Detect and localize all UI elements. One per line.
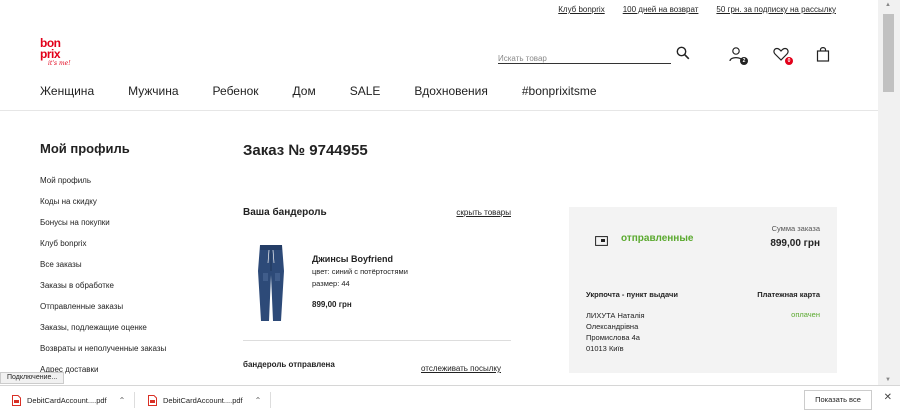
wishlist-heart-icon[interactable]: 0 <box>773 46 793 65</box>
order-title: Заказ № 9744955 <box>243 142 368 159</box>
download-item[interactable]: DebitCardAccount....pdf ⌃ <box>148 390 261 410</box>
sidebar-item-bonuses[interactable]: Бонусы на покупки <box>40 218 230 239</box>
account-badge: 2 <box>740 57 748 65</box>
product-price: 899,00 грн <box>312 300 352 309</box>
payment-method: Платежная карта <box>757 290 820 299</box>
nav-divider <box>0 110 878 111</box>
parcel-divider <box>243 340 511 341</box>
show-all-downloads-button[interactable]: Показать все <box>804 390 872 410</box>
order-main: Заказ № 9744955 <box>243 142 843 159</box>
address-line: Олександрівна <box>586 322 639 331</box>
download-item[interactable]: DebitCardAccount....pdf ⌃ <box>12 390 125 410</box>
search-icon[interactable] <box>676 46 690 60</box>
sidebar-item-processing-orders[interactable]: Заказы в обработке <box>40 281 230 302</box>
account-icon[interactable]: 2 <box>728 46 748 65</box>
address-line: Промислова 4а <box>586 333 640 342</box>
scrollbar-thumb[interactable] <box>883 14 894 92</box>
pdf-file-icon <box>12 394 21 406</box>
order-status: отправленные <box>621 233 694 244</box>
top-bar: Клуб bonprix 100 дней на возврат 50 грн.… <box>0 0 878 22</box>
nav-men[interactable]: Мужчина <box>128 84 178 98</box>
parcel-title: Ваша бандероль <box>243 207 327 218</box>
address-line: 01013 Київ <box>586 344 624 353</box>
logo-line-2: prix <box>40 47 61 61</box>
nav-sale[interactable]: SALE <box>350 84 381 98</box>
order-sum-label: Сумма заказа <box>771 224 820 233</box>
sidebar-item-my-profile[interactable]: Мой профиль <box>40 176 230 197</box>
sidebar-item-discount-codes[interactable]: Коды на скидку <box>40 197 230 218</box>
main-nav: Женщина Мужчина Ребенок Дом SALE Вдохнов… <box>40 84 631 98</box>
browser-status-text: Подключение... <box>0 372 65 384</box>
wishlist-badge: 0 <box>785 57 793 65</box>
bonprix-logo[interactable]: bon prix it's me! <box>40 37 74 72</box>
search-field <box>498 48 671 64</box>
page-scrollbar[interactable]: ▲ ▼ <box>878 0 900 385</box>
close-icon[interactable]: ✕ <box>884 392 892 403</box>
sidebar-item-orders-to-rate[interactable]: Заказы, подлежащие оценке <box>40 323 230 344</box>
parcel-sent-label: бандероль отправлена <box>243 360 335 369</box>
nav-women[interactable]: Женщина <box>40 84 94 98</box>
download-separator <box>134 392 135 408</box>
address-line: ЛИХУТА Наталія <box>586 311 645 320</box>
nav-home[interactable]: Дом <box>293 84 316 98</box>
return-policy-link[interactable]: 100 дней на возврат <box>623 5 699 14</box>
product-color: цвет: синий с потёртостями <box>312 267 408 276</box>
downloads-bar: DebitCardAccount....pdf ⌃ DebitCardAccou… <box>0 385 900 413</box>
nav-inspiration[interactable]: Вдохновения <box>414 84 487 98</box>
sidebar-item-shipped-orders[interactable]: Отправленные заказы <box>40 302 230 323</box>
payment-status: оплачен <box>791 310 820 319</box>
club-link[interactable]: Клуб bonprix <box>558 5 604 14</box>
sidebar-menu: Мой профиль Коды на скидку Бонусы на пок… <box>40 176 230 386</box>
nav-kids[interactable]: Ребенок <box>213 84 259 98</box>
product-info: Джинсы Boyfriend цвет: синий с потёртост… <box>312 253 408 311</box>
shopping-bag-icon[interactable] <box>816 46 834 64</box>
scroll-up-arrow-icon[interactable]: ▲ <box>885 2 891 8</box>
track-parcel-link[interactable]: отслеживать посылку <box>421 364 501 373</box>
hide-items-link[interactable]: скрыть товары <box>456 208 511 217</box>
delivery-address: ЛИХУТА Наталія Олександрівна Промислова … <box>586 310 645 354</box>
download-separator <box>270 392 271 408</box>
newsletter-link[interactable]: 50 грн. за подписку на рассылку <box>716 5 836 14</box>
sidebar-item-club[interactable]: Клуб bonprix <box>40 239 230 260</box>
package-status-icon <box>595 233 608 246</box>
chevron-up-icon[interactable]: ⌃ <box>119 396 126 405</box>
scroll-down-arrow-icon[interactable]: ▼ <box>885 377 891 383</box>
pdf-file-icon <box>148 394 157 406</box>
product-image[interactable] <box>254 241 288 323</box>
download-filename: DebitCardAccount....pdf <box>27 395 107 405</box>
profile-sidebar: Мой профиль Мой профиль Коды на скидку Б… <box>40 141 230 386</box>
search-input[interactable] <box>498 54 671 63</box>
sidebar-item-delivery-address[interactable]: Адрес доставки <box>40 365 230 386</box>
product-name[interactable]: Джинсы Boyfriend <box>312 253 408 265</box>
shipping-method: Укрпочта - пункт выдачи <box>586 290 678 299</box>
nav-bonprixitsme[interactable]: #bonprixitsme <box>522 84 597 98</box>
product-size: размер: 44 <box>312 279 350 288</box>
parcel-header: Ваша бандероль скрыть товары <box>243 207 511 218</box>
order-sum: 899,00 грн <box>770 238 820 249</box>
chevron-up-icon[interactable]: ⌃ <box>255 396 262 405</box>
top-links: Клуб bonprix 100 дней на возврат 50 грн.… <box>558 5 836 14</box>
sidebar-title: Мой профиль <box>40 141 130 156</box>
sidebar-item-returns[interactable]: Возвраты и неполученные заказы <box>40 344 230 365</box>
logo-tagline: it's me! <box>48 60 71 67</box>
order-summary-panel: отправленные Сумма заказа 899,00 грн Укр… <box>569 207 837 373</box>
sidebar-item-all-orders[interactable]: Все заказы <box>40 260 230 281</box>
download-filename: DebitCardAccount....pdf <box>163 395 243 405</box>
